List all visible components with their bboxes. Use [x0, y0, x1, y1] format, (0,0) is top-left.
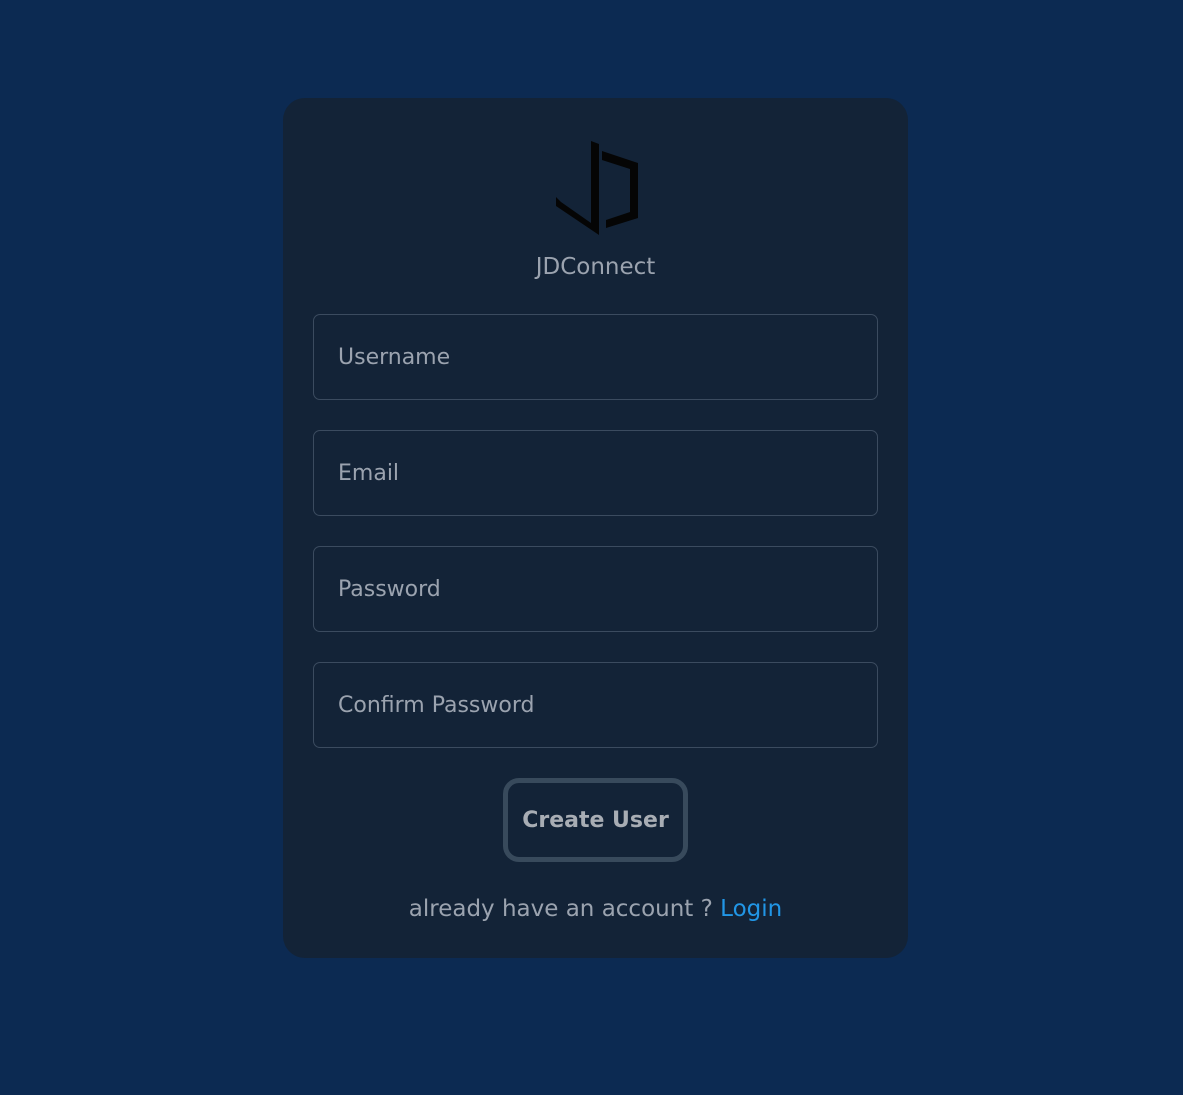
- login-prompt-text: already have an account ?: [408, 896, 713, 922]
- login-link[interactable]: Login: [720, 896, 782, 922]
- jd-logo-icon: [556, 141, 638, 235]
- confirm-password-input[interactable]: [313, 662, 878, 748]
- username-input[interactable]: [313, 314, 878, 400]
- login-prompt: already have an account ? Login: [283, 894, 908, 924]
- brand-name: JDConnect: [535, 254, 656, 280]
- create-user-button[interactable]: Create User: [503, 778, 688, 862]
- signup-card: JDConnect Create User already have an ac…: [283, 98, 908, 958]
- password-input[interactable]: [313, 546, 878, 632]
- email-input[interactable]: [313, 430, 878, 516]
